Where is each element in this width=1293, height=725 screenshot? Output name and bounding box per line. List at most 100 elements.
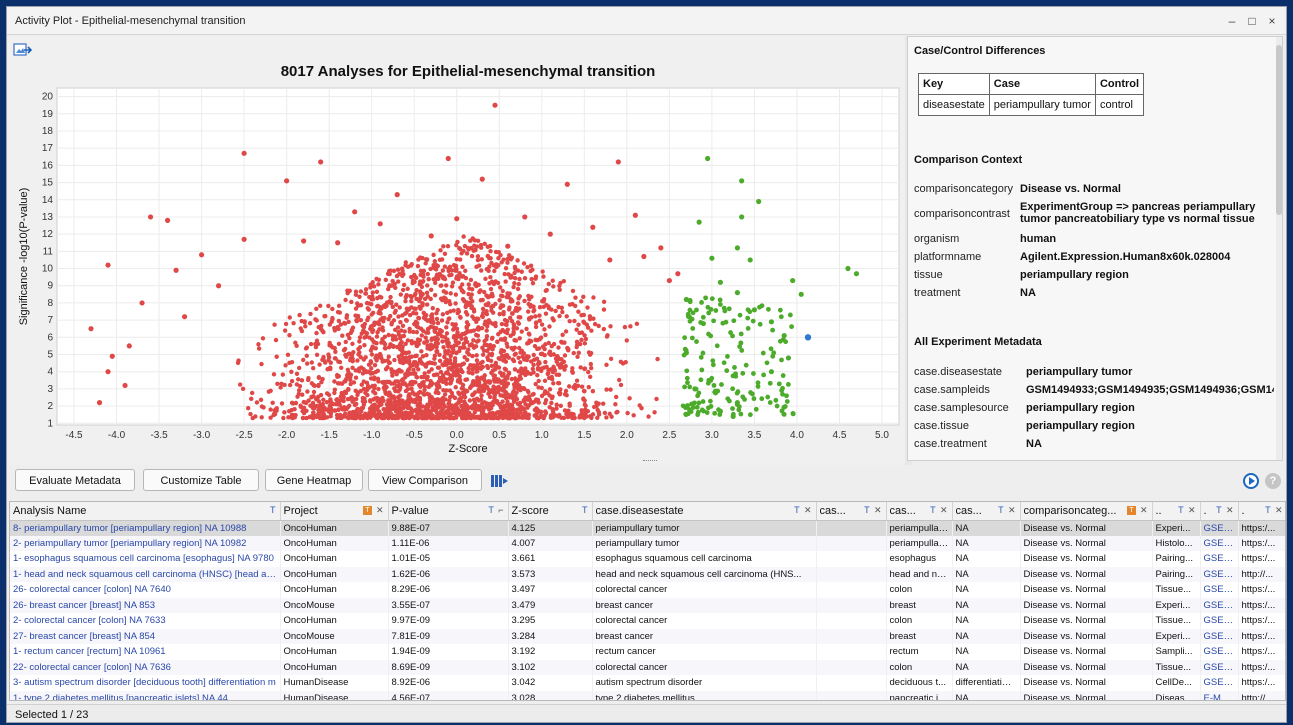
data-point[interactable] — [742, 397, 747, 402]
data-point[interactable] — [582, 366, 587, 372]
data-point[interactable] — [424, 415, 430, 421]
data-point[interactable] — [634, 321, 640, 326]
data-point[interactable] — [310, 400, 316, 406]
data-point[interactable] — [472, 410, 478, 415]
data-point[interactable] — [319, 323, 324, 329]
data-point[interactable] — [573, 303, 578, 309]
data-point[interactable] — [780, 373, 786, 378]
data-point[interactable] — [428, 324, 434, 329]
export-image-icon[interactable] — [13, 42, 33, 58]
data-point[interactable] — [290, 401, 296, 406]
data-point[interactable] — [425, 374, 430, 380]
data-point[interactable] — [338, 322, 344, 327]
data-point[interactable] — [440, 415, 446, 421]
data-point[interactable] — [582, 388, 587, 394]
run-play-icon[interactable] — [1243, 473, 1259, 489]
data-point[interactable] — [361, 357, 367, 362]
data-point[interactable] — [468, 415, 474, 421]
data-point[interactable] — [401, 403, 407, 408]
data-point[interactable] — [362, 399, 368, 404]
data-point[interactable] — [376, 379, 381, 384]
data-point[interactable] — [498, 405, 504, 410]
data-point[interactable] — [418, 279, 423, 284]
data-point[interactable] — [537, 337, 542, 342]
data-point[interactable] — [417, 357, 423, 362]
data-point[interactable] — [339, 365, 344, 371]
data-point[interactable] — [533, 314, 538, 319]
data-point[interactable] — [429, 337, 434, 343]
data-point[interactable] — [334, 372, 340, 378]
data-point[interactable] — [390, 415, 395, 421]
data-point[interactable] — [521, 397, 527, 403]
data-point[interactable] — [590, 389, 596, 394]
data-point[interactable] — [471, 345, 477, 350]
data-point[interactable] — [428, 296, 433, 302]
data-point[interactable] — [405, 286, 410, 292]
data-point[interactable] — [428, 342, 434, 347]
data-point[interactable] — [389, 395, 394, 400]
data-point[interactable] — [583, 403, 588, 408]
data-point[interactable] — [419, 333, 425, 338]
data-point[interactable] — [462, 399, 467, 404]
data-point[interactable] — [433, 337, 438, 342]
data-point[interactable] — [421, 315, 427, 321]
data-point[interactable] — [289, 412, 295, 418]
data-point[interactable] — [486, 301, 491, 306]
data-point[interactable] — [397, 382, 402, 387]
gene-heatmap-button[interactable]: Gene Heatmap — [265, 469, 363, 491]
data-point[interactable] — [464, 251, 470, 256]
data-point[interactable] — [419, 361, 425, 366]
data-point[interactable] — [527, 317, 532, 322]
data-point[interactable] — [698, 354, 704, 360]
data-point[interactable] — [426, 276, 431, 282]
data-point[interactable] — [543, 288, 548, 294]
data-point[interactable] — [431, 252, 436, 258]
data-point[interactable] — [682, 335, 688, 341]
data-point[interactable] — [542, 327, 547, 332]
data-point[interactable] — [350, 356, 355, 361]
data-point[interactable] — [699, 367, 705, 373]
data-point[interactable] — [530, 366, 535, 372]
data-point[interactable] — [779, 357, 784, 363]
data-point[interactable] — [440, 268, 446, 273]
data-point[interactable] — [475, 362, 480, 367]
table-row[interactable]: 22- colorectal cancer [colon] NA 7636 Onc… — [10, 659, 1285, 675]
data-point[interactable] — [459, 336, 464, 341]
data-point[interactable] — [537, 304, 543, 310]
data-point[interactable] — [488, 249, 493, 254]
data-point[interactable] — [389, 283, 395, 288]
data-point[interactable] — [409, 341, 415, 346]
data-point[interactable] — [485, 365, 491, 371]
data-point[interactable] — [505, 256, 510, 262]
data-point[interactable] — [464, 320, 470, 325]
data-point[interactable] — [551, 381, 556, 386]
data-point[interactable] — [631, 413, 636, 418]
data-point[interactable] — [373, 369, 378, 375]
data-point[interactable] — [407, 415, 413, 420]
data-point[interactable] — [533, 276, 538, 281]
data-point[interactable] — [734, 390, 740, 396]
data-point[interactable] — [613, 394, 619, 400]
data-point[interactable] — [526, 389, 531, 395]
data-point[interactable] — [486, 391, 491, 396]
data-point[interactable] — [725, 354, 730, 359]
data-point[interactable] — [497, 311, 502, 317]
data-point[interactable] — [750, 391, 755, 397]
data-point[interactable] — [491, 281, 497, 287]
data-point[interactable] — [509, 255, 515, 260]
data-point[interactable] — [353, 388, 358, 394]
data-point[interactable] — [381, 303, 386, 309]
data-point[interactable] — [542, 346, 547, 352]
data-point[interactable] — [348, 377, 353, 383]
data-point[interactable] — [466, 347, 471, 352]
data-point[interactable] — [420, 255, 425, 261]
data-point[interactable] — [296, 365, 302, 371]
data-point[interactable] — [685, 380, 690, 386]
data-point[interactable] — [370, 344, 375, 349]
data-point[interactable] — [377, 351, 383, 357]
data-point[interactable] — [516, 355, 521, 360]
data-point[interactable] — [314, 330, 319, 336]
data-point[interactable] — [463, 330, 468, 336]
data-point[interactable] — [435, 365, 441, 370]
data-point[interactable] — [374, 276, 379, 282]
